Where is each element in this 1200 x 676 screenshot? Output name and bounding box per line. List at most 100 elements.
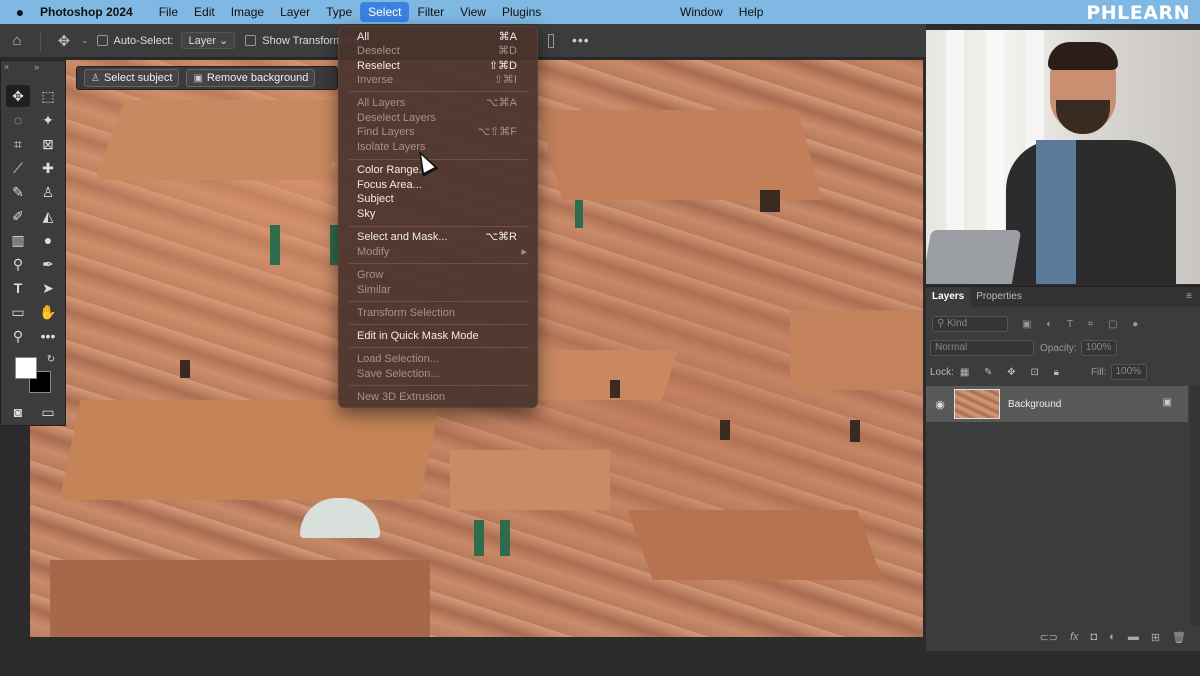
menu-item-color-range[interactable]: Color Range...: [339, 163, 539, 178]
type-tool-icon[interactable]: T: [6, 277, 30, 299]
blend-mode-dropdown[interactable]: Normal: [930, 340, 1034, 356]
tab-layers[interactable]: Layers: [926, 287, 971, 307]
menu-item-all[interactable]: All ⌘A: [339, 30, 539, 45]
marquee-tool-icon[interactable]: ⬚: [36, 85, 60, 107]
path-select-icon[interactable]: ➤: [36, 277, 60, 299]
magic-wand-icon[interactable]: ✦: [36, 109, 60, 131]
chevron-down-icon[interactable]: ⌄: [81, 35, 89, 46]
kind-filter-label: Kind: [947, 318, 968, 329]
trash-icon[interactable]: 🗑︎: [1172, 631, 1186, 644]
menu-layer[interactable]: Layer: [272, 0, 318, 24]
menu-item-new-3d-extrusion[interactable]: New 3D Extrusion: [339, 390, 539, 405]
menu-item-transform-selection[interactable]: Transform Selection: [339, 306, 539, 321]
menu-item-modify[interactable]: Modify ▸: [339, 245, 539, 260]
menu-item-inverse[interactable]: Inverse ⇧⌘I: [339, 73, 539, 88]
frame-tool-icon[interactable]: ⊠: [36, 133, 60, 155]
history-brush-icon[interactable]: ✐: [6, 205, 30, 227]
swap-colors-icon[interactable]: ↻: [39, 349, 63, 371]
menu-window[interactable]: Window: [672, 0, 731, 24]
new-layer-icon[interactable]: ⊞: [1151, 631, 1160, 644]
clone-stamp-icon[interactable]: ♙: [36, 181, 60, 203]
fx-icon[interactable]: fx: [1070, 631, 1079, 643]
auto-select-checkbox[interactable]: [96, 35, 108, 46]
quick-mask-icon[interactable]: ◙: [6, 401, 30, 423]
menu-item-reselect[interactable]: Reselect ⇧⌘D: [339, 59, 539, 74]
menu-item-isolate-layers[interactable]: Isolate Layers: [339, 140, 539, 155]
brush-tool-icon[interactable]: ✎: [6, 181, 30, 203]
panel-menu-icon[interactable]: ≡: [1186, 291, 1192, 302]
eyedropper-icon[interactable]: ⟋: [6, 157, 30, 179]
zoom-tool-icon[interactable]: ⚲: [6, 325, 30, 347]
menu-item-all-layers[interactable]: All Layers ⌥⌘A: [339, 96, 539, 111]
align-icon[interactable]: [548, 34, 554, 48]
add-mask-icon[interactable]: ◘: [1091, 631, 1098, 643]
apple-icon[interactable]: ●: [0, 4, 40, 20]
fill-field[interactable]: 100%: [1110, 364, 1147, 380]
layer-name[interactable]: Background: [1008, 399, 1061, 410]
menu-type[interactable]: Type: [318, 0, 360, 24]
filter-icons[interactable]: ▣ ◐ T ⌗ ▢ ●: [1022, 319, 1144, 330]
menu-item-focus-area[interactable]: Focus Area...: [339, 178, 539, 193]
dodge-tool-icon[interactable]: ⚲: [6, 253, 30, 275]
menu-item-similar[interactable]: Similar: [339, 283, 539, 298]
app-name-menu[interactable]: Photoshop 2024: [40, 5, 133, 19]
window-opening: [720, 420, 730, 440]
layers-scrollbar[interactable]: [1190, 385, 1200, 625]
menu-item-grow[interactable]: Grow: [339, 268, 539, 283]
menu-item-save-selection[interactable]: Save Selection...: [339, 367, 539, 382]
more-tools-icon[interactable]: •••: [36, 325, 60, 347]
tools-panel-header[interactable]: × »: [1, 61, 65, 75]
rectangle-tool-icon[interactable]: ▭: [6, 301, 30, 323]
move-tool-icon[interactable]: ✥: [47, 32, 81, 50]
remove-background-button[interactable]: ▣ Remove background: [186, 69, 316, 87]
layer-row-background[interactable]: ◉ Background ▣: [926, 386, 1188, 422]
lasso-tool-icon[interactable]: ◌: [6, 109, 30, 131]
layers-footer: ⊂⊃ fx ◘ ◐ ▬ ⊞ 🗑︎: [926, 623, 1200, 651]
menu-help[interactable]: Help: [731, 0, 772, 24]
menu-plugins[interactable]: Plugins: [494, 0, 549, 24]
visibility-eye-icon[interactable]: ◉: [930, 398, 950, 411]
move-tool-icon[interactable]: ✥: [6, 85, 30, 107]
fill-label: Fill:: [1090, 366, 1107, 378]
layers-panel-tabs: Layers Properties: [926, 287, 1200, 307]
adjustment-layer-icon[interactable]: ◐: [1109, 631, 1116, 643]
new-group-icon[interactable]: ▬: [1128, 631, 1139, 643]
menu-item-deselect[interactable]: Deselect ⌘D: [339, 44, 539, 59]
more-options-icon[interactable]: •••: [572, 32, 590, 48]
crop-tool-icon[interactable]: ⌗: [6, 133, 30, 155]
pen-tool-icon[interactable]: ✒: [36, 253, 60, 275]
blur-tool-icon[interactable]: ●: [36, 229, 60, 251]
healing-brush-icon[interactable]: ✚: [36, 157, 60, 179]
menu-item-label: Load Selection...: [357, 353, 439, 365]
menu-item-deselect-layers[interactable]: Deselect Layers: [339, 111, 539, 126]
tab-properties[interactable]: Properties: [970, 287, 1028, 307]
hand-tool-icon[interactable]: ✋: [36, 301, 60, 323]
opacity-field[interactable]: 100%: [1080, 340, 1117, 356]
show-transform-checkbox[interactable]: [245, 35, 257, 46]
window-opening: [760, 190, 780, 212]
submenu-arrow-icon: ▸: [521, 246, 527, 258]
menu-item-sky[interactable]: Sky: [339, 207, 539, 222]
home-icon[interactable]: ⌂: [0, 32, 34, 49]
menu-item-label: Reselect: [357, 60, 400, 72]
menu-select[interactable]: Select: [360, 2, 410, 22]
menu-view[interactable]: View: [452, 0, 494, 24]
menu-item-select-and-mask[interactable]: Select and Mask... ⌥⌘R: [339, 230, 539, 245]
menu-edit[interactable]: Edit: [186, 0, 223, 24]
layer-dropdown[interactable]: Layer ⌄: [181, 32, 236, 49]
kind-filter-dropdown[interactable]: ⚲ Kind: [932, 316, 1008, 332]
gradient-tool-icon[interactable]: ▥: [6, 229, 30, 251]
lock-icons[interactable]: ▦ ✎ ✥ ⊡ 🔒︎: [960, 367, 1065, 378]
link-layers-icon[interactable]: ⊂⊃: [1040, 631, 1058, 644]
menu-filter[interactable]: Filter: [409, 0, 452, 24]
screen-mode-icon[interactable]: ▭: [36, 401, 60, 423]
menu-item-load-selection[interactable]: Load Selection...: [339, 352, 539, 367]
eraser-icon[interactable]: ◭: [36, 205, 60, 227]
menu-item-find-layers[interactable]: Find Layers ⌥⇧⌘F: [339, 125, 539, 140]
menu-item-quick-mask[interactable]: Edit in Quick Mask Mode: [339, 329, 539, 344]
select-subject-button[interactable]: ♙ Select subject: [84, 69, 180, 87]
menu-image[interactable]: Image: [223, 0, 272, 24]
menu-file[interactable]: File: [151, 0, 186, 24]
foreground-color-swatch[interactable]: [15, 357, 37, 379]
menu-item-subject[interactable]: Subject: [339, 192, 539, 207]
